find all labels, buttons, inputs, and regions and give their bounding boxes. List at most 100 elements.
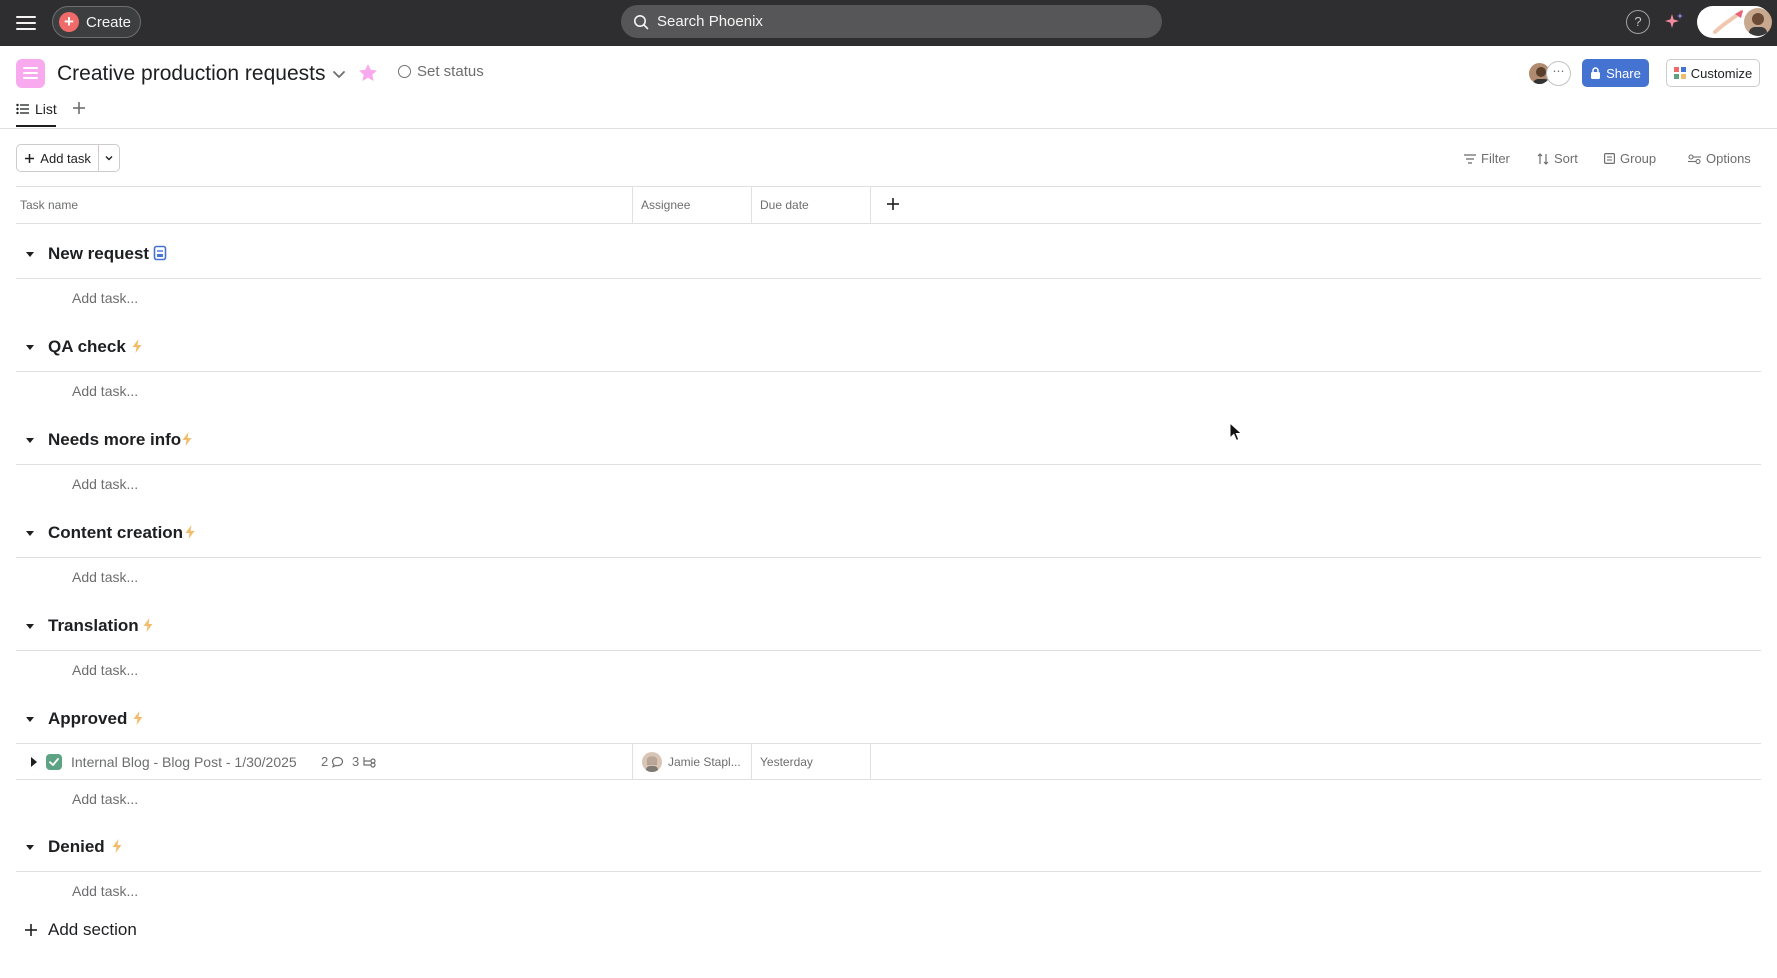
caret-down-icon[interactable] xyxy=(24,434,36,446)
top-bar: + Create Search Phoenix ? xyxy=(0,0,1777,46)
project-list-icon xyxy=(16,59,45,88)
list-view-icon xyxy=(16,103,29,115)
comment-icon xyxy=(332,756,344,768)
search-input[interactable]: Search Phoenix xyxy=(621,5,1162,38)
add-section-button[interactable]: Add section xyxy=(24,920,137,940)
lightning-icon xyxy=(182,432,192,446)
divider xyxy=(16,223,1761,224)
column-divider xyxy=(751,187,752,223)
group-button[interactable]: Group xyxy=(1604,151,1656,166)
options-button[interactable]: Options xyxy=(1688,151,1751,166)
search-placeholder: Search Phoenix xyxy=(657,13,763,30)
project-title[interactable]: Creative production requests xyxy=(57,62,325,86)
create-button[interactable]: + Create xyxy=(52,6,141,38)
add-task-button[interactable]: Add task xyxy=(17,145,100,171)
customize-button[interactable]: Customize xyxy=(1666,59,1760,87)
divider xyxy=(16,871,1761,872)
caret-down-icon[interactable] xyxy=(24,248,36,260)
column-header-task-name[interactable]: Task name xyxy=(20,198,78,212)
section-title[interactable]: Needs more info xyxy=(48,430,181,450)
help-icon[interactable]: ? xyxy=(1626,10,1650,34)
sparkle-ai-icon[interactable] xyxy=(1662,10,1686,34)
caret-down-icon[interactable] xyxy=(24,713,36,725)
add-section-label: Add section xyxy=(48,920,137,939)
subtask-count[interactable]: 3 xyxy=(352,754,377,769)
user-avatar[interactable] xyxy=(1744,8,1772,36)
divider xyxy=(16,186,1761,187)
add-task-inline[interactable]: Add task... xyxy=(72,883,138,899)
add-task-inline[interactable]: Add task... xyxy=(72,383,138,399)
search-icon xyxy=(634,14,649,29)
section-title[interactable]: Content creation xyxy=(48,523,183,543)
column-divider xyxy=(751,744,752,780)
assignee-cell[interactable]: Jamie Stapl... xyxy=(642,752,741,772)
check-icon xyxy=(49,758,59,766)
plus-icon xyxy=(25,924,37,936)
comment-count-value: 2 xyxy=(321,754,329,769)
customize-grid-icon xyxy=(1673,67,1686,79)
column-divider xyxy=(632,187,633,223)
add-task-inline[interactable]: Add task... xyxy=(72,662,138,678)
add-column-plus-icon[interactable] xyxy=(885,196,901,212)
column-divider xyxy=(870,187,871,223)
add-task-inline[interactable]: Add task... xyxy=(72,569,138,585)
column-header-due-date[interactable]: Due date xyxy=(760,198,809,212)
create-label: Create xyxy=(86,13,132,31)
menu-icon[interactable] xyxy=(14,13,38,33)
section-title[interactable]: New request xyxy=(48,244,149,264)
add-task-dropdown[interactable] xyxy=(99,145,119,171)
star-icon[interactable] xyxy=(357,62,379,84)
comment-count[interactable]: 2 xyxy=(321,754,344,769)
filter-label: Filter xyxy=(1481,151,1510,166)
sort-label: Sort xyxy=(1554,151,1578,166)
section-title[interactable]: QA check xyxy=(48,337,126,357)
caret-down-icon[interactable] xyxy=(24,620,36,632)
caret-down-icon[interactable] xyxy=(24,527,36,539)
divider xyxy=(16,464,1761,465)
filter-button[interactable]: Filter xyxy=(1464,151,1510,166)
column-divider xyxy=(870,744,871,780)
divider xyxy=(16,557,1761,558)
options-label: Options xyxy=(1706,151,1751,166)
project-members[interactable]: ⋯ xyxy=(1527,61,1573,86)
table-row[interactable]: Internal Blog - Blog Post - 1/30/2025 2 … xyxy=(16,744,1761,780)
subtask-count-value: 3 xyxy=(352,754,360,769)
task-complete-checkbox[interactable] xyxy=(46,754,62,770)
task-name[interactable]: Internal Blog - Blog Post - 1/30/2025 xyxy=(71,754,297,770)
caret-right-icon[interactable] xyxy=(29,756,39,768)
add-tab-plus-icon[interactable] xyxy=(71,100,87,116)
group-label: Group xyxy=(1620,151,1657,166)
options-icon xyxy=(1688,153,1701,164)
divider xyxy=(16,278,1761,279)
share-button[interactable]: Share xyxy=(1582,59,1649,87)
plus-icon: + xyxy=(59,12,79,32)
column-header-assignee[interactable]: Assignee xyxy=(641,198,690,212)
add-task-inline[interactable]: Add task... xyxy=(72,791,138,807)
mouse-cursor-icon xyxy=(1229,422,1243,442)
due-date-cell[interactable]: Yesterday xyxy=(760,755,813,769)
caret-down-icon[interactable] xyxy=(24,341,36,353)
active-tab-indicator xyxy=(16,125,56,127)
assignee-name: Jamie Stapl... xyxy=(668,755,741,769)
status-circle-icon xyxy=(398,65,411,78)
section-title[interactable]: Translation xyxy=(48,616,139,636)
sort-button[interactable]: Sort xyxy=(1537,151,1578,166)
lightning-icon xyxy=(133,711,143,725)
lightning-icon xyxy=(143,618,153,632)
tab-list[interactable]: List xyxy=(16,98,57,120)
caret-down-icon[interactable] xyxy=(24,841,36,853)
chevron-down-icon[interactable] xyxy=(330,65,348,83)
form-icon xyxy=(153,245,167,261)
section-title[interactable]: Denied xyxy=(48,837,105,857)
section-title[interactable]: Approved xyxy=(48,709,127,729)
divider xyxy=(16,650,1761,651)
share-label: Share xyxy=(1606,65,1641,81)
add-task-inline[interactable]: Add task... xyxy=(72,290,138,306)
add-task-inline[interactable]: Add task... xyxy=(72,476,138,492)
set-status-button[interactable]: Set status xyxy=(398,63,484,80)
lightning-icon xyxy=(185,525,195,539)
lock-icon xyxy=(1591,67,1601,79)
divider xyxy=(16,371,1761,372)
more-members-icon: ⋯ xyxy=(1546,61,1571,86)
divider xyxy=(0,128,1777,129)
